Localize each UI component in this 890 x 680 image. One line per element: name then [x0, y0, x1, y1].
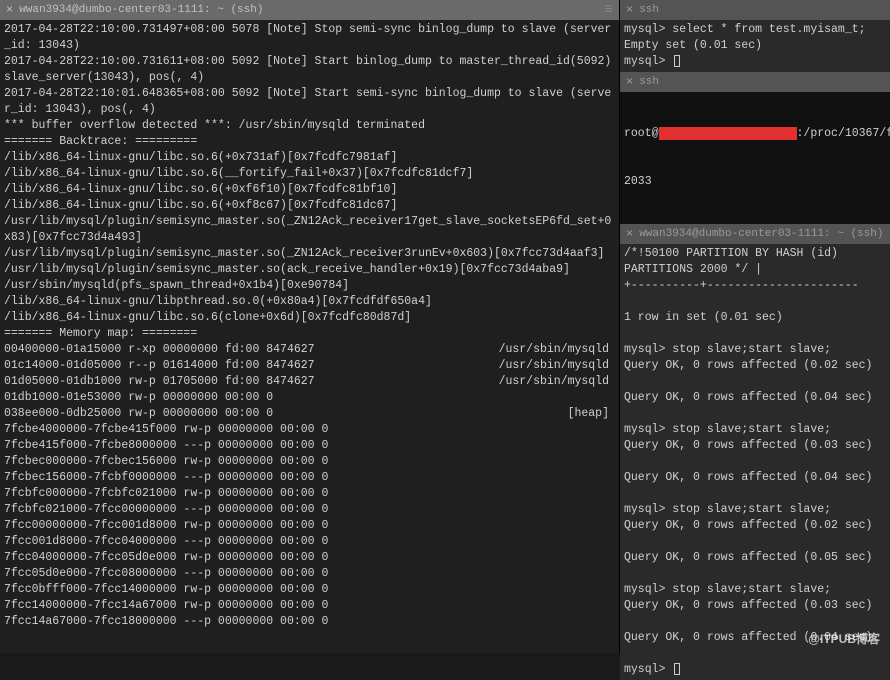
- right-tab-3[interactable]: × wwan3934@dumbo-center03-1111: ~ (ssh): [620, 224, 890, 244]
- terminal-line: /*!50100 PARTITION BY HASH (id): [624, 246, 886, 262]
- terminal-line: Empty set (0.01 sec): [624, 38, 886, 54]
- right-block-3: × wwan3934@dumbo-center03-1111: ~ (ssh) …: [620, 224, 890, 680]
- terminal-line: 2017-04-28T22:10:01.648365+08:00 5092 [N…: [4, 86, 615, 118]
- terminal-line: 2033: [624, 174, 886, 190]
- right-terminal-2[interactable]: root@xxxxxxxxxxxxxxxxxxxx:/proc/10367/fd…: [620, 92, 890, 224]
- terminal-line: /usr/lib/mysql/plugin/semisync_master.so…: [4, 214, 615, 246]
- memory-map-row: 7fcbec156000-7fcbf0000000 ---p 00000000 …: [4, 470, 615, 486]
- terminal-line: [624, 646, 886, 662]
- terminal-line: Query OK, 0 rows affected (0.04 sec): [624, 470, 886, 486]
- memory-map-row: 7fcbe415f000-7fcbe8000000 ---p 00000000 …: [4, 438, 615, 454]
- terminal-line: [624, 534, 886, 550]
- terminal-line: /usr/lib/mysql/plugin/semisync_master.so…: [4, 262, 615, 278]
- memory-map-row: 7fcc14a67000-7fcc18000000 ---p 00000000 …: [4, 614, 615, 630]
- terminal-line: +----------+----------------------: [624, 278, 886, 294]
- memory-map-row: 7fcc00000000-7fcc001d8000 rw-p 00000000 …: [4, 518, 615, 534]
- terminal-line: /lib/x86_64-linux-gnu/libpthread.so.0(+0…: [4, 294, 615, 310]
- terminal-line: [624, 614, 886, 630]
- redacted-text: xxxxxxxxxxxxxxxxxxxx: [659, 127, 797, 140]
- terminal-line: mysql>: [624, 54, 886, 70]
- terminal-line: ======= Memory map: ========: [4, 326, 615, 342]
- terminal-line: Query OK, 0 rows affected (0.02 sec): [624, 358, 886, 374]
- memory-map-row: 7fcbec000000-7fcbec156000 rw-p 00000000 …: [4, 454, 615, 470]
- terminal-line: /usr/sbin/mysqld(pfs_spawn_thread+0x1b4)…: [4, 278, 615, 294]
- terminal-line: /usr/lib/mysql/plugin/semisync_master.so…: [4, 246, 615, 262]
- terminal-line: [624, 454, 886, 470]
- left-terminal[interactable]: 2017-04-28T22:10:00.731497+08:00 5078 [N…: [0, 20, 619, 653]
- left-pane: × wwan3934@dumbo-center03-1111: ~ (ssh) …: [0, 0, 620, 653]
- terminal-line: Query OK, 0 rows affected (0.02 sec): [624, 518, 886, 534]
- terminal-line: PARTITIONS 2000 */ |: [624, 262, 886, 278]
- terminal-line: /lib/x86_64-linux-gnu/libc.so.6(clone+0x…: [4, 310, 615, 326]
- terminal-line: root@xxxxxxxxxxxxxxxxxxxx:/proc/10367/fd: [624, 126, 886, 142]
- terminal-line: [624, 406, 886, 422]
- memory-map-row: 01d05000-01db1000 rw-p 01705000 fd:00 84…: [4, 374, 615, 390]
- terminal-line: Query OK, 0 rows affected (0.05 sec): [624, 550, 886, 566]
- tab-title: wwan3934@dumbo-center03-1111: ~ (ssh): [639, 228, 884, 240]
- right-terminal-1[interactable]: mysql> select * from test.myisam_t;Empty…: [620, 20, 890, 72]
- right-tab-1[interactable]: × ssh: [620, 0, 890, 20]
- terminal-line: [624, 326, 886, 342]
- memory-map-row: 01c14000-01d05000 r--p 01614000 fd:00 84…: [4, 358, 615, 374]
- cursor: [674, 55, 680, 67]
- close-icon[interactable]: ×: [626, 75, 633, 89]
- terminal-line: /lib/x86_64-linux-gnu/libc.so.6(+0xf6f10…: [4, 182, 615, 198]
- right-block-1: × ssh mysql> select * from test.myisam_t…: [620, 0, 890, 72]
- terminal-line: /lib/x86_64-linux-gnu/libc.so.6(__fortif…: [4, 166, 615, 182]
- memory-map-row: 7fcbfc021000-7fcc00000000 ---p 00000000 …: [4, 502, 615, 518]
- terminal-line: [624, 566, 886, 582]
- terminal-line: /lib/x86_64-linux-gnu/libc.so.6(+0x731af…: [4, 150, 615, 166]
- memory-map-row: 7fcc14000000-7fcc14a67000 rw-p 00000000 …: [4, 598, 615, 614]
- right-tab-2[interactable]: × ssh: [620, 72, 890, 92]
- terminal-line: mysql> stop slave;start slave;: [624, 342, 886, 358]
- terminal-line: 2017-04-28T22:10:00.731497+08:00 5078 [N…: [4, 22, 615, 54]
- memory-map-row: 7fcc05d0e000-7fcc08000000 ---p 00000000 …: [4, 566, 615, 582]
- menu-icon[interactable]: ≡: [605, 2, 613, 18]
- terminal-line: mysql> stop slave;start slave;: [624, 422, 886, 438]
- terminal-line: mysql>: [624, 662, 886, 678]
- right-block-2: × ssh root@xxxxxxxxxxxxxxxxxxxx:/proc/10…: [620, 72, 890, 224]
- cursor: [674, 663, 680, 675]
- tab-title: ssh: [639, 76, 884, 88]
- memory-map-row: 7fcc04000000-7fcc05d0e000 rw-p 00000000 …: [4, 550, 615, 566]
- memory-map-row: 7fcbfc000000-7fcbfc021000 rw-p 00000000 …: [4, 486, 615, 502]
- memory-map-row: 00400000-01a15000 r-xp 00000000 fd:00 84…: [4, 342, 615, 358]
- terminal-line: [624, 294, 886, 310]
- memory-map-row: 01db1000-01e53000 rw-p 00000000 00:00 0: [4, 390, 615, 406]
- terminal-line: mysql> stop slave;start slave;: [624, 502, 886, 518]
- terminal-line: mysql> select * from test.myisam_t;: [624, 22, 886, 38]
- memory-map-row: 7fcbe4000000-7fcbe415f000 rw-p 00000000 …: [4, 422, 615, 438]
- terminal-line: ======= Backtrace: =========: [4, 134, 615, 150]
- close-icon[interactable]: ×: [6, 3, 13, 17]
- left-tab[interactable]: × wwan3934@dumbo-center03-1111: ~ (ssh) …: [0, 0, 619, 20]
- memory-map-row: 038ee000-0db25000 rw-p 00000000 00:00 0[…: [4, 406, 615, 422]
- memory-map-row: 7fcc001d8000-7fcc04000000 ---p 00000000 …: [4, 534, 615, 550]
- right-pane: × ssh mysql> select * from test.myisam_t…: [620, 0, 890, 653]
- terminal-line: mysql> stop slave;start slave;: [624, 582, 886, 598]
- watermark: @ITPUB博客: [808, 630, 880, 647]
- terminal-line: [624, 486, 886, 502]
- terminal-line: 1 row in set (0.01 sec): [624, 310, 886, 326]
- memory-map-row: 7fcc0bfff000-7fcc14000000 rw-p 00000000 …: [4, 582, 615, 598]
- terminal-line: Query OK, 0 rows affected (0.04 sec): [624, 390, 886, 406]
- terminal-line: 2017-04-28T22:10:00.731611+08:00 5092 [N…: [4, 54, 615, 86]
- terminal-line: [624, 374, 886, 390]
- right-terminal-3[interactable]: /*!50100 PARTITION BY HASH (id)PARTITION…: [620, 244, 890, 680]
- close-icon[interactable]: ×: [626, 3, 633, 17]
- tab-title: wwan3934@dumbo-center03-1111: ~ (ssh): [19, 4, 604, 16]
- tab-title: ssh: [639, 4, 884, 16]
- terminal-line: Query OK, 0 rows affected (0.03 sec): [624, 438, 886, 454]
- terminal-line: /lib/x86_64-linux-gnu/libc.so.6(+0xf8c67…: [4, 198, 615, 214]
- terminal-line: Query OK, 0 rows affected (0.03 sec): [624, 598, 886, 614]
- terminal-line: *** buffer overflow detected ***: /usr/s…: [4, 118, 615, 134]
- close-icon[interactable]: ×: [626, 227, 633, 241]
